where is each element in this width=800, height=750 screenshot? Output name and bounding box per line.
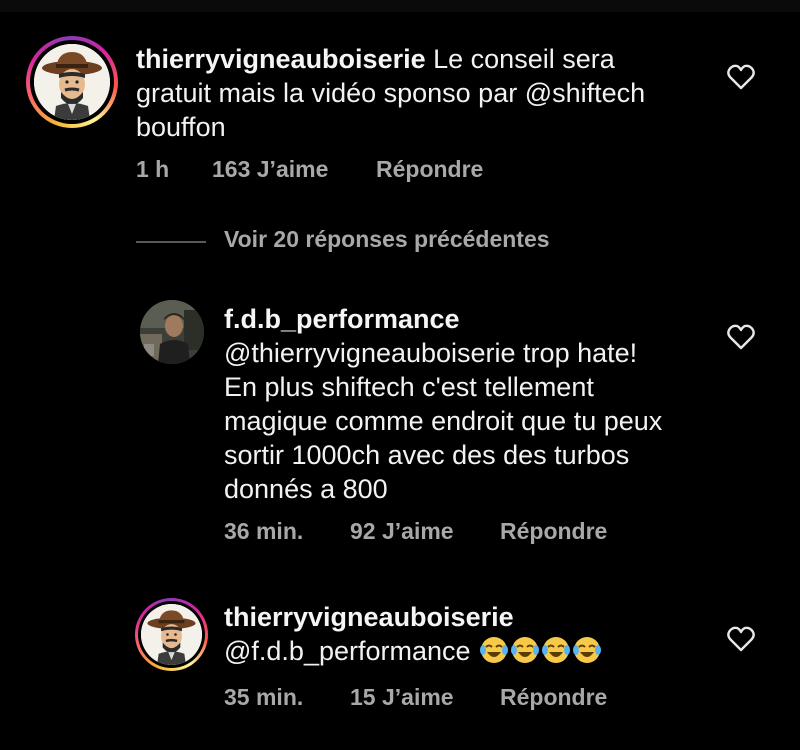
comment-username[interactable]: thierryvigneauboiserie <box>136 44 426 74</box>
face-with-tears-of-joy-icon <box>511 637 540 663</box>
comment-3: thierryvigneauboiserie @f.d.b_performanc… <box>0 580 800 740</box>
photo-avatar-icon <box>140 300 204 364</box>
comment-likes[interactable]: 92 J’aime <box>350 518 454 545</box>
comment-username[interactable]: f.d.b_performance <box>224 302 744 336</box>
reply-button[interactable]: Répondre <box>376 156 483 183</box>
comment-username[interactable]: thierryvigneauboiserie <box>224 600 724 634</box>
comment-text-line: Le conseil sera <box>433 44 615 74</box>
heart-outline-icon[interactable] <box>727 626 755 652</box>
replies-divider <box>136 241 206 243</box>
cowboy-avatar-icon <box>141 604 202 665</box>
face-with-tears-of-joy-icon <box>480 637 509 663</box>
avatar[interactable] <box>135 598 208 671</box>
comment-2: f.d.b_performance @thierryvigneauboiseri… <box>0 280 800 570</box>
view-previous-replies-label: Voir 20 réponses précédentes <box>224 226 550 252</box>
comment-text-line: magique comme endroit que tu peux <box>224 406 663 436</box>
heart-outline-icon[interactable] <box>727 324 755 350</box>
comment-likes[interactable]: 163 J’aime <box>212 156 328 183</box>
comment-text-line: En plus shiftech c'est tellement <box>224 372 594 402</box>
comment-body: thierryvigneauboiserie @f.d.b_performanc… <box>224 600 724 668</box>
comment-text-line: sortir 1000ch avec des des turbos <box>224 440 630 470</box>
reply-button[interactable]: Répondre <box>500 518 607 545</box>
comment-text-line: @f.d.b_performance <box>224 636 471 666</box>
avatar[interactable] <box>26 36 118 128</box>
face-with-tears-of-joy-icon <box>573 637 602 663</box>
avatar[interactable] <box>140 300 204 364</box>
comment-text-line: donnés a 800 <box>224 474 388 504</box>
comment-meta: 1 h 163 J’aime Répondre <box>136 156 536 184</box>
reply-button[interactable]: Répondre <box>500 684 607 711</box>
comment-text-line: @thierryvigneauboiserie trop hate! <box>224 338 638 368</box>
comment-body: f.d.b_performance @thierryvigneauboiseri… <box>224 302 744 506</box>
comment-time: 36 min. <box>224 518 304 544</box>
comment-meta: 36 min. 92 J’aime Répondre <box>224 518 644 546</box>
comment-1: thierryvigneauboiserie Le conseil sera g… <box>0 0 800 200</box>
cowboy-avatar-icon <box>34 44 110 120</box>
comment-text-line: gratuit mais la vidéo sponso par @shifte… <box>136 78 646 108</box>
comment-text-line: bouffon <box>136 112 226 142</box>
comment-time: 35 min. <box>224 684 304 710</box>
heart-outline-icon[interactable] <box>727 64 755 90</box>
comment-body: thierryvigneauboiserie Le conseil sera g… <box>136 42 696 144</box>
comment-meta: 35 min. 15 J’aime Répondre <box>224 684 644 712</box>
comment-likes[interactable]: 15 J’aime <box>350 684 454 711</box>
face-with-tears-of-joy-icon <box>542 637 571 663</box>
comment-time: 1 h <box>136 156 170 182</box>
